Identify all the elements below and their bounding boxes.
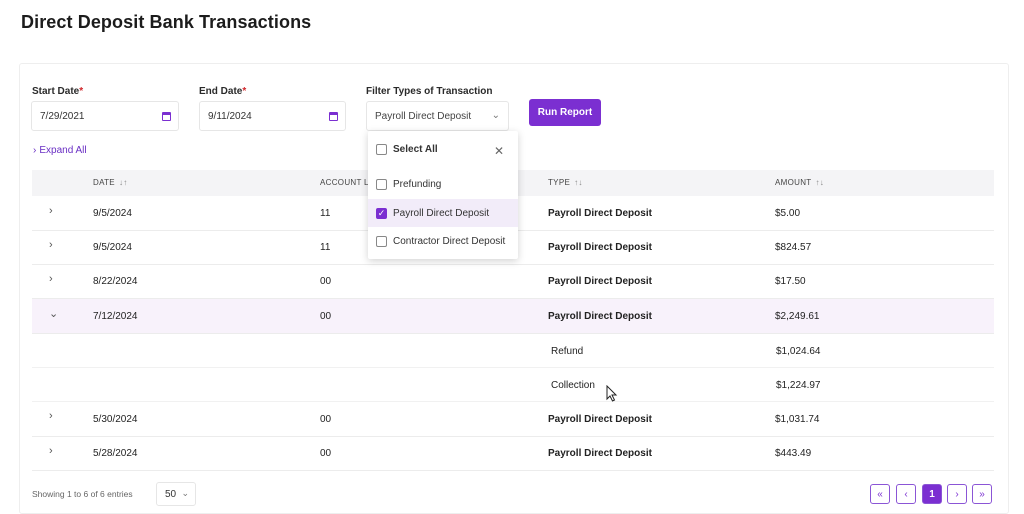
sub-row: Collection $1,224.97 xyxy=(32,368,994,402)
column-type[interactable]: TYPE ↑↓ xyxy=(548,178,583,187)
row-amount: $2,249.61 xyxy=(775,311,820,322)
sub-row-label: Collection xyxy=(551,380,595,391)
checkbox[interactable] xyxy=(376,178,387,190)
end-date-value: 9/11/2024 xyxy=(208,110,252,122)
row-type: Payroll Direct Deposit xyxy=(548,414,652,425)
dropdown-option-prefunding[interactable]: Prefunding xyxy=(368,170,518,198)
next-page-button[interactable]: › xyxy=(947,484,967,504)
column-type-label: TYPE xyxy=(548,178,571,187)
mouse-cursor-icon xyxy=(606,385,618,402)
sort-icon[interactable]: ↑↓ xyxy=(815,178,824,187)
required-mark: * xyxy=(242,86,247,97)
sort-icon[interactable]: ↓↑ xyxy=(119,178,128,187)
transaction-type-dropdown: Select All ✕ Prefunding ✓ Payroll Direct… xyxy=(368,131,518,259)
sub-row: Refund $1,024.64 xyxy=(32,334,994,368)
dropdown-select-all[interactable]: Select All ✕ xyxy=(368,135,518,163)
column-account[interactable]: ACCOUNT LA xyxy=(320,178,374,187)
chevron-right-icon[interactable]: › xyxy=(49,273,53,285)
dropdown-option-payroll[interactable]: ✓ Payroll Direct Deposit xyxy=(368,199,518,227)
start-date-label: Start Date* xyxy=(32,86,83,97)
last-page-button[interactable]: » xyxy=(972,484,992,504)
column-amount-label: AMOUNT xyxy=(775,178,812,187)
sort-icon[interactable]: ↑↓ xyxy=(574,178,583,187)
table-row-expanded[interactable]: ⌄ 7/12/2024 00 Payroll Direct Deposit $2… xyxy=(32,299,994,334)
page-title: Direct Deposit Bank Transactions xyxy=(21,12,312,32)
row-amount: $17.50 xyxy=(775,276,806,287)
row-account: 00 xyxy=(320,448,332,459)
chevron-down-icon[interactable]: ⌄ xyxy=(49,307,58,320)
expand-all-label: Expand All xyxy=(39,145,87,156)
row-date: 5/28/2024 xyxy=(93,448,138,459)
chevron-right-icon[interactable]: › xyxy=(49,205,53,217)
chevron-down-icon: ⌄ xyxy=(491,110,500,121)
table-row[interactable]: › 8/22/2024 00 Payroll Direct Deposit $1… xyxy=(32,265,994,299)
run-report-button[interactable]: Run Report xyxy=(529,99,601,126)
row-amount: $824.57 xyxy=(775,242,812,253)
sub-row-amount: $1,024.64 xyxy=(776,346,821,357)
table-row[interactable]: › 5/28/2024 00 Payroll Direct Deposit $4… xyxy=(32,437,994,471)
chevron-right-icon[interactable]: › xyxy=(49,239,53,251)
checkbox[interactable] xyxy=(376,235,387,247)
type-filter-select[interactable]: Payroll Direct Deposit ⌄ xyxy=(366,101,509,131)
end-date-input[interactable]: 9/11/2024 xyxy=(199,101,346,131)
calendar-icon[interactable] xyxy=(162,112,171,121)
table-row[interactable]: › 5/30/2024 00 Payroll Direct Deposit $1… xyxy=(32,402,994,437)
row-date: 5/30/2024 xyxy=(93,414,138,425)
sub-row-amount: $1,224.97 xyxy=(776,380,821,391)
page-size-value: 50 xyxy=(165,488,177,500)
row-account: 11 xyxy=(320,208,331,219)
type-filter-value: Payroll Direct Deposit xyxy=(375,110,472,122)
row-date: 8/22/2024 xyxy=(93,276,138,287)
row-type: Payroll Direct Deposit xyxy=(548,311,652,322)
row-amount: $443.49 xyxy=(775,448,812,459)
chevron-down-icon: ⌄ xyxy=(181,488,189,498)
row-amount: $1,031.74 xyxy=(775,414,820,425)
row-type: Payroll Direct Deposit xyxy=(548,208,652,219)
column-date-label: DATE xyxy=(93,178,115,187)
dropdown-option-contractor[interactable]: Contractor Direct Deposit xyxy=(368,227,518,255)
page-1-button[interactable]: 1 xyxy=(922,484,942,504)
option-label: Payroll Direct Deposit xyxy=(393,207,490,219)
checkbox[interactable] xyxy=(376,143,387,155)
row-account: 00 xyxy=(320,276,332,287)
prev-page-button[interactable]: ‹ xyxy=(896,484,916,504)
row-account: 00 xyxy=(320,311,332,322)
close-icon[interactable]: ✕ xyxy=(494,144,504,158)
page-size-select[interactable]: 50 ⌄ xyxy=(156,482,196,506)
option-label: Contractor Direct Deposit xyxy=(393,235,506,247)
option-label: Prefunding xyxy=(393,178,442,190)
start-date-value: 7/29/2021 xyxy=(40,110,85,122)
select-all-label: Select All xyxy=(393,143,438,155)
sub-row-label: Refund xyxy=(551,346,584,357)
row-type: Payroll Direct Deposit xyxy=(548,242,652,253)
first-page-button[interactable]: « xyxy=(870,484,890,504)
row-amount: $5.00 xyxy=(775,208,801,219)
column-amount[interactable]: AMOUNT ↑↓ xyxy=(775,178,824,187)
row-type: Payroll Direct Deposit xyxy=(548,448,652,459)
row-account: 00 xyxy=(320,414,332,425)
row-date: 9/5/2024 xyxy=(93,242,132,253)
type-filter-label: Filter Types of Transaction xyxy=(366,86,493,97)
calendar-icon[interactable] xyxy=(329,112,338,121)
chevron-right-icon[interactable]: › xyxy=(49,410,53,422)
row-account: 11 xyxy=(320,242,331,253)
expand-all-link[interactable]: › Expand All xyxy=(33,145,87,156)
end-date-label: End Date* xyxy=(199,86,246,97)
chevron-right-icon: › xyxy=(33,145,37,156)
chevron-right-icon[interactable]: › xyxy=(49,445,53,457)
entries-info: Showing 1 to 6 of 6 entries xyxy=(32,489,133,499)
required-mark: * xyxy=(79,86,84,97)
start-date-label-text: Start Date xyxy=(32,86,80,97)
end-date-label-text: End Date xyxy=(199,86,243,97)
checkbox-checked[interactable]: ✓ xyxy=(376,207,387,219)
start-date-input[interactable]: 7/29/2021 xyxy=(31,101,179,131)
row-type: Payroll Direct Deposit xyxy=(548,276,652,287)
column-date[interactable]: DATE ↓↑ xyxy=(93,178,128,187)
row-date: 7/12/2024 xyxy=(93,311,138,322)
row-date: 9/5/2024 xyxy=(93,208,132,219)
